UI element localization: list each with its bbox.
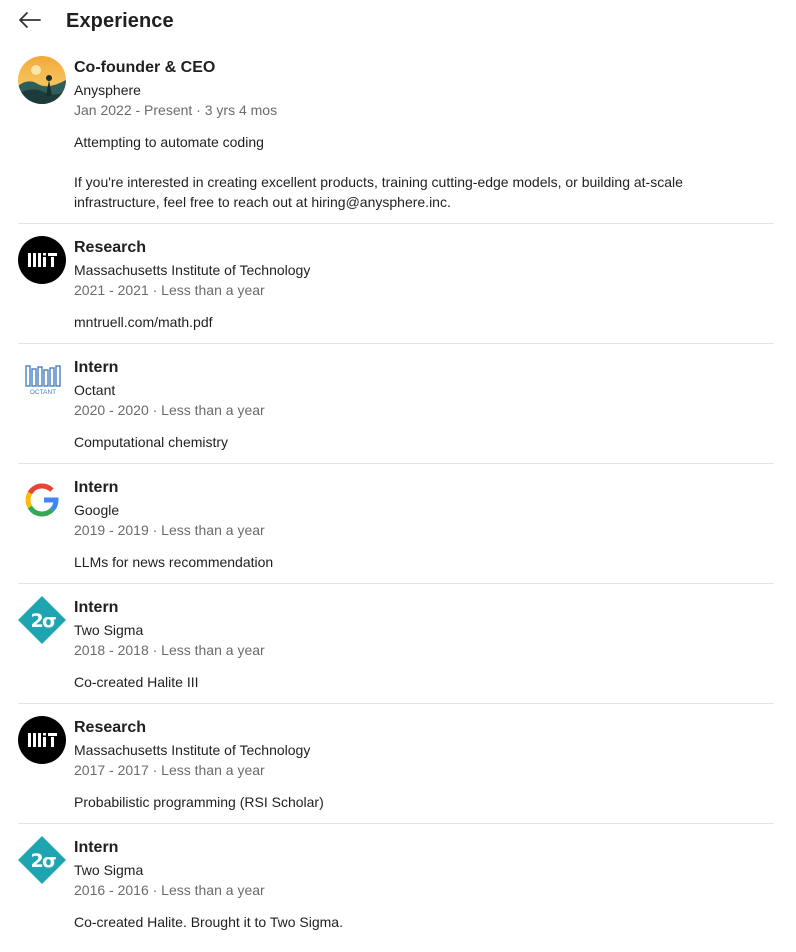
role-title: Intern	[74, 599, 119, 616]
experience-item-octant[interactable]: OCTANT Intern Octant 2020 - 2020 · Less …	[18, 344, 774, 464]
svg-text:OCTANT: OCTANT	[30, 389, 56, 396]
two-sigma-logo: 2 σ	[18, 596, 66, 644]
company-name: Anysphere	[74, 82, 141, 98]
description-line: Probabilistic programming (RSI Scholar)	[74, 794, 324, 810]
experience-item-google[interactable]: Intern Google 2019 - 2019 · Less than a …	[18, 464, 774, 584]
experience-item-anysphere[interactable]: Co-founder & CEO Anysphere Jan 2022 - Pr…	[18, 44, 774, 224]
description-line: Co-created Halite. Brought it to Two Sig…	[74, 914, 343, 930]
description-line: LLMs for news recommendation	[74, 554, 274, 570]
experience-item-mit-2017[interactable]: Research Massachusetts Institute of Tech…	[18, 704, 774, 824]
description-line: infrastructure, feel free to reach out a…	[74, 194, 451, 210]
google-logo	[18, 476, 66, 524]
date-range: 2019 - 2019 · Less than a year	[74, 522, 265, 538]
role-title: Intern	[74, 839, 119, 856]
mit-logo	[18, 716, 66, 764]
svg-text:σ: σ	[42, 610, 57, 632]
description-line: Co-created Halite III	[74, 674, 199, 690]
role-title: Co-founder & CEO	[74, 59, 216, 76]
anysphere-logo	[18, 56, 66, 104]
company-name: Two Sigma	[74, 622, 144, 638]
description-line: mntruell.com/math.pdf	[74, 314, 213, 330]
date-range: 2016 - 2016 · Less than a year	[74, 882, 265, 898]
company-name: Two Sigma	[74, 862, 144, 878]
experience-item-two-sigma-2016[interactable]: 2 σ Intern Two Sigma 2016 - 2016 · Less …	[18, 824, 774, 952]
date-range: Jan 2022 - Present · 3 yrs 4 mos	[74, 102, 278, 118]
company-name: Massachusetts Institute of Technology	[74, 742, 311, 758]
arrow-left-icon	[19, 12, 41, 28]
role-title: Intern	[74, 479, 119, 496]
date-range: 2018 - 2018 · Less than a year	[74, 642, 265, 658]
company-name: Octant	[74, 382, 116, 398]
description-line: Attempting to automate coding	[74, 134, 264, 150]
two-sigma-logo: 2 σ	[18, 836, 66, 884]
date-range: 2021 - 2021 · Less than a year	[74, 282, 265, 298]
role-title: Research	[74, 719, 147, 736]
experience-item-mit-2021[interactable]: Research Massachusetts Institute of Tech…	[18, 224, 774, 344]
octant-logo: OCTANT	[18, 356, 66, 404]
role-title: Research	[74, 239, 147, 256]
date-range: 2020 - 2020 · Less than a year	[74, 402, 265, 418]
mit-logo	[18, 236, 66, 284]
page-header: Experience	[0, 0, 796, 44]
svg-text:σ: σ	[42, 850, 57, 872]
experience-item-two-sigma-2018[interactable]: 2 σ Intern Two Sigma 2018 - 2018 · Less …	[18, 584, 774, 704]
company-name: Massachusetts Institute of Technology	[74, 262, 311, 278]
back-button[interactable]	[16, 8, 44, 32]
description-line: If you're interested in creating excelle…	[74, 174, 683, 190]
company-name: Google	[74, 502, 120, 518]
experience-list: Co-founder & CEO Anysphere Jan 2022 - Pr…	[18, 44, 774, 952]
page-title: Experience	[66, 10, 174, 32]
date-range: 2017 - 2017 · Less than a year	[74, 762, 265, 778]
description-line: Computational chemistry	[74, 434, 229, 450]
role-title: Intern	[74, 359, 119, 376]
